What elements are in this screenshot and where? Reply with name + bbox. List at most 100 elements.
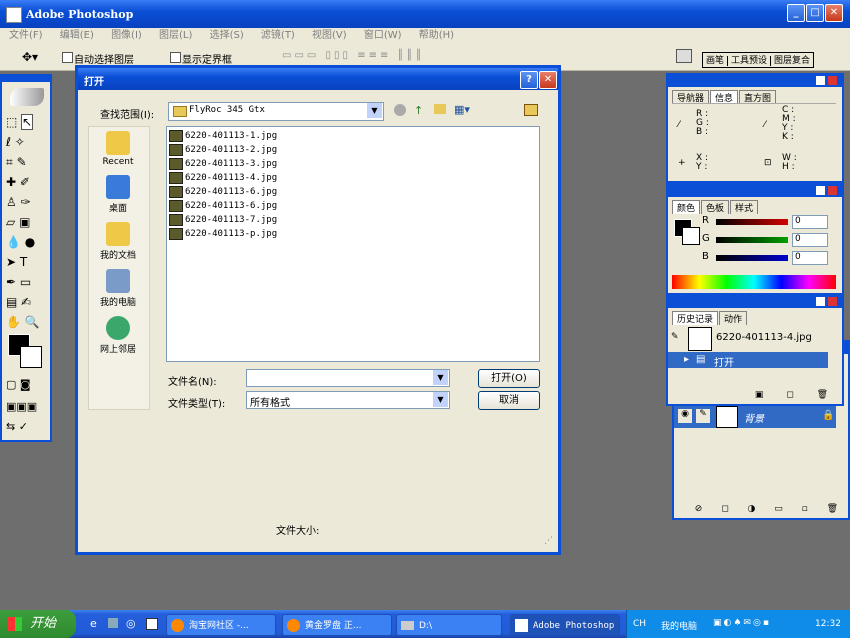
screen-mode-buttons[interactable]: ▣▣▣ <box>6 400 46 414</box>
color-bg-swatch[interactable] <box>682 227 700 245</box>
app-title-bar[interactable]: Adobe Photoshop _ □ ✕ <box>0 0 850 28</box>
tab-styles[interactable]: 样式 <box>730 200 759 214</box>
quicklaunch-ie-icon[interactable]: e <box>90 617 97 630</box>
green-value-field[interactable]: 0 <box>792 233 828 247</box>
chevron-down-icon[interactable]: ▼ <box>367 103 382 118</box>
tab-swatches[interactable]: 色板 <box>701 200 730 214</box>
up-folder-icon[interactable]: ↑ <box>414 104 423 117</box>
eyedropper-icon[interactable]: ✍ <box>21 295 31 309</box>
filetype-select[interactable]: 所有格式 ▼ <box>246 391 450 409</box>
file-item[interactable]: 6220-401113-1.jpg <box>169 129 277 143</box>
tab-navigator[interactable]: 导航器 <box>672 90 710 104</box>
look-in-dropdown[interactable]: FlyRoc 345 Gtx ▼ <box>168 102 384 121</box>
notes-tool-icon[interactable]: ▤ <box>6 295 17 309</box>
shape-tool-icon[interactable]: ▭ <box>20 275 31 289</box>
cancel-button[interactable]: 取消 <box>478 391 540 410</box>
snapshot-brush-icon[interactable]: ✎ <box>671 332 679 342</box>
menu-file[interactable]: 文件(F) <box>9 30 43 41</box>
task-golden-compass[interactable]: 黄金罗盘 正... <box>282 614 392 636</box>
dialog-close-button[interactable]: ✕ <box>539 71 557 89</box>
tab-histogram[interactable]: 直方图 <box>739 90 777 104</box>
place-my-documents[interactable]: 我的文档 <box>89 222 147 261</box>
stamp-tool-icon[interactable]: ♙ <box>6 195 17 209</box>
tab-color[interactable]: 颜色 <box>672 200 701 214</box>
menu-help[interactable]: 帮助(H) <box>419 30 454 41</box>
color-palette-title-bar[interactable] <box>668 185 842 197</box>
menu-image[interactable]: 图像(I) <box>111 30 142 41</box>
eraser-tool-icon[interactable]: ▱ <box>6 215 15 229</box>
menu-filter[interactable]: 滤镜(T) <box>261 30 295 41</box>
quicklaunch-app-icon[interactable]: ◎ <box>126 617 136 630</box>
quick-mask-buttons[interactable]: ▢ ◙ <box>6 378 46 392</box>
layer-link-icon[interactable]: ✎ <box>696 409 710 423</box>
tab-history[interactable]: 历史记录 <box>672 311 719 325</box>
blur-tool-icon[interactable]: 💧 <box>6 235 21 249</box>
gradient-tool-icon[interactable]: ▣ <box>19 215 30 229</box>
well-tab-brushes[interactable]: 画笔 <box>703 56 729 66</box>
history-step-row[interactable]: ▸ ▤ 打开 <box>668 352 828 369</box>
back-icon[interactable] <box>394 104 406 116</box>
view-menu-icon[interactable]: ▦▾ <box>454 103 470 116</box>
align-buttons-icon[interactable]: ▭▭▭ ▯▯▯ ≡≡≡ ║║║ <box>282 50 425 61</box>
color-ramp[interactable] <box>672 275 836 289</box>
file-item[interactable]: 6220-401113-2.jpg <box>169 143 277 157</box>
close-button[interactable]: ✕ <box>825 4 843 22</box>
layer-row[interactable]: ◉ ✎ 背景 🔒 <box>674 404 836 428</box>
magic-wand-icon[interactable]: ✧ <box>15 135 25 149</box>
chevron-down-icon[interactable]: ▼ <box>433 392 448 407</box>
dialog-title-bar[interactable]: 打开 ? ✕ <box>78 68 558 90</box>
tab-info[interactable]: 信息 <box>710 90 739 104</box>
imageready-jump-icon[interactable]: ⇆ ✓ <box>6 420 46 434</box>
slice-tool-icon[interactable]: ✎ <box>17 155 27 169</box>
well-tab-layer-comps[interactable]: 图层复合 <box>771 56 813 66</box>
file-item[interactable]: 6220-401113-6.jpg <box>169 199 277 213</box>
history-snapshot-row[interactable]: ✎ 6220-401113-4.jpg <box>668 326 830 351</box>
chevron-down-icon[interactable]: ▼ <box>433 370 448 385</box>
green-slider[interactable] <box>716 237 788 243</box>
preview-icon[interactable] <box>524 104 538 116</box>
background-color-swatch[interactable] <box>20 346 42 368</box>
move-tool-icon[interactable]: ✥▾ <box>22 50 38 64</box>
blue-slider[interactable] <box>716 255 788 261</box>
palette-close-icon[interactable] <box>828 186 837 195</box>
hand-tool-icon[interactable]: ✋ <box>6 315 21 329</box>
pen-tool-icon[interactable]: ✒ <box>6 275 16 289</box>
lasso-tool-icon[interactable]: ℓ <box>6 135 11 149</box>
file-item[interactable]: 6220-401113-6.jpg <box>169 185 277 199</box>
open-button[interactable]: 打开(O) <box>478 369 540 388</box>
crop-tool-icon[interactable]: ⌗ <box>6 155 13 169</box>
place-my-computer[interactable]: 我的电脑 <box>89 269 147 308</box>
file-item[interactable]: 6220-401113-p.jpg <box>169 227 277 241</box>
info-palette-title-bar[interactable] <box>668 75 842 87</box>
show-bounds-checkbox[interactable] <box>170 52 181 63</box>
filename-input[interactable]: ▼ <box>246 369 450 387</box>
tab-actions[interactable]: 动作 <box>719 311 748 325</box>
red-slider[interactable] <box>716 219 788 225</box>
menu-edit[interactable]: 编辑(E) <box>60 30 94 41</box>
resize-grip-icon[interactable]: ⋰ <box>544 536 553 546</box>
brush-tool-icon[interactable]: ✐ <box>20 175 30 189</box>
menu-view[interactable]: 视图(V) <box>312 30 347 41</box>
file-item[interactable]: 6220-401113-4.jpg <box>169 171 277 185</box>
dodge-tool-icon[interactable]: ● <box>25 235 35 249</box>
dialog-help-button[interactable]: ? <box>520 71 538 89</box>
menu-select[interactable]: 选择(S) <box>210 30 244 41</box>
print-icon[interactable] <box>676 49 692 63</box>
place-network[interactable]: 网上邻居 <box>89 316 147 355</box>
healing-brush-icon[interactable]: ✚ <box>6 175 16 189</box>
marquee-tool-icon[interactable]: ⬚ <box>6 115 17 129</box>
auto-select-checkbox[interactable] <box>62 52 73 63</box>
toolbox-title-bar[interactable] <box>2 76 50 82</box>
zoom-tool-icon[interactable]: 🔍 <box>25 315 40 329</box>
maximize-button[interactable]: □ <box>806 4 824 22</box>
type-tool-icon[interactable]: T <box>20 255 27 269</box>
file-list[interactable]: 6220-401113-1.jpg 6220-401113-2.jpg 6220… <box>166 126 540 362</box>
new-folder-icon[interactable] <box>434 104 446 114</box>
layer-visibility-eye-icon[interactable]: ◉ <box>678 409 692 423</box>
place-recent[interactable]: Recent <box>89 131 147 167</box>
file-item[interactable]: 6220-401113-3.jpg <box>169 157 277 171</box>
language-indicator[interactable]: CH <box>633 619 646 629</box>
task-d-drive[interactable]: D:\ <box>396 614 502 636</box>
palette-minimize-icon[interactable] <box>816 186 825 195</box>
start-button[interactable]: 开始 <box>0 610 76 638</box>
